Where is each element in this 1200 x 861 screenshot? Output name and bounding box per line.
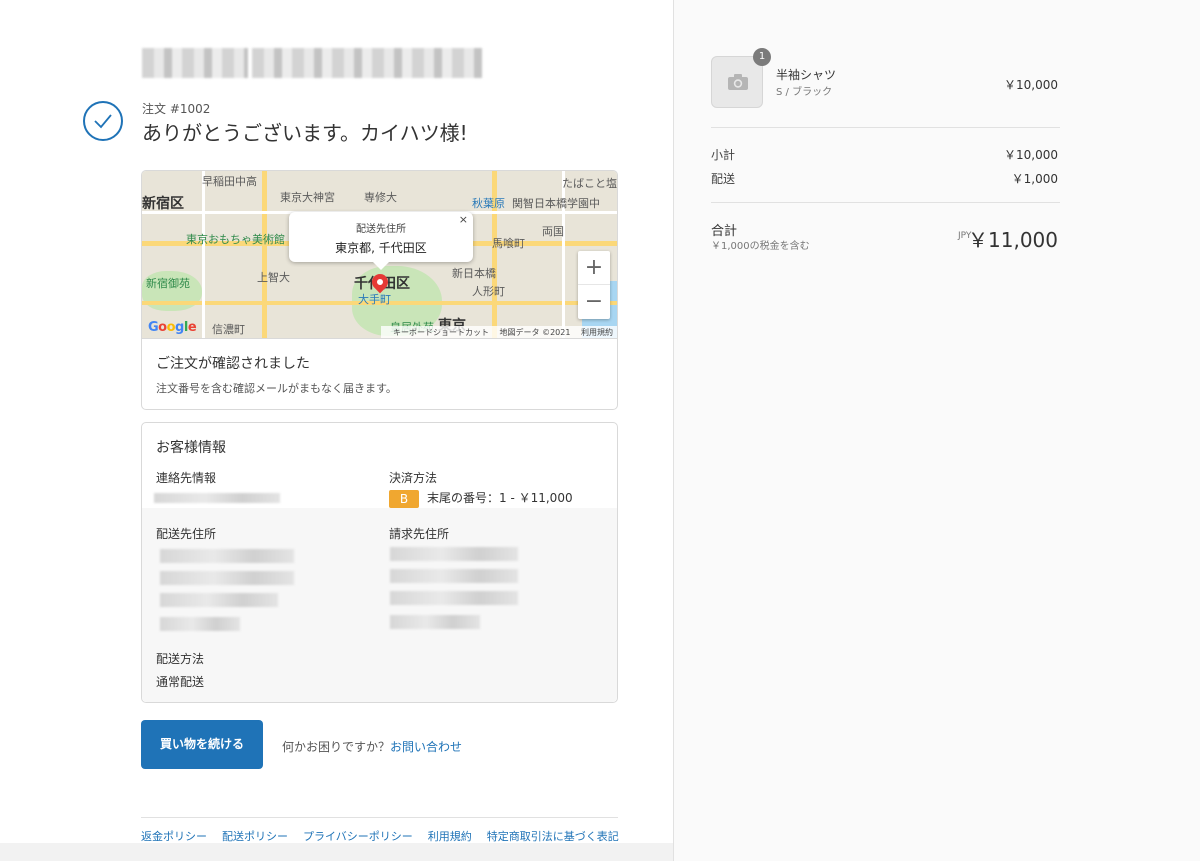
shop-name-blurred (142, 48, 482, 78)
shipping-address-line (160, 617, 240, 631)
map-label: 新宿区 (142, 196, 184, 212)
shipping-address-line (160, 593, 278, 607)
footer-divider (141, 817, 618, 818)
map-label: たばこと塩 (562, 177, 617, 190)
shipping-address-line (160, 571, 294, 585)
map-label: 上智大 (257, 271, 290, 284)
keyboard-shortcuts-link[interactable]: キーボードショートカット (393, 328, 489, 337)
map-label: 専修大 (364, 191, 397, 204)
refund-policy-link[interactable]: 返金ポリシー (141, 828, 207, 844)
legal-notice-link[interactable]: 特定商取引法に基づく表記 (487, 828, 619, 844)
close-icon[interactable]: × (459, 213, 468, 226)
customer-info-title: お客様情報 (156, 440, 226, 456)
product-variant: S / ブラック (776, 87, 833, 98)
payment-value: 末尾の番号：1 - ￥11,000 (427, 491, 573, 505)
product-price: ￥10,000 (1004, 78, 1058, 92)
product-name: 半袖シャツ (776, 68, 837, 82)
subtotal-label: 小計 (711, 148, 736, 162)
help-question: 何かお困りですか？ (282, 740, 391, 754)
map-label: 大手町 (358, 293, 391, 306)
bottom-strip (0, 843, 673, 861)
billing-address-label: 請求先住所 (389, 527, 450, 541)
tax-note: ￥1,000の税金を含む (711, 241, 810, 252)
map-label: 新日本橋 (452, 267, 496, 280)
camera-icon (728, 74, 748, 90)
order-confirmation-card: 早稲田中高 新宿区 東京大神宮 専修大 秋葉原 関智日本橋学園中 たばこと塩 東… (141, 170, 618, 410)
payment-method: B 末尾の番号：1 - ￥11,000 (389, 489, 573, 508)
confirmation-title: ご注文が確認されました (156, 356, 310, 372)
map-label: 両国 (542, 225, 564, 238)
shipping-address-label: 配送先住所 (156, 527, 217, 541)
shipping-policy-link[interactable]: 配送ポリシー (222, 828, 288, 844)
map-label: 東京おもちゃ美術館 (186, 233, 285, 246)
road (202, 171, 205, 338)
shipping-value: ￥1,000 (1011, 172, 1058, 186)
billing-address-line (390, 547, 518, 561)
subtotal-value: ￥10,000 (1004, 148, 1058, 162)
map-terms-link[interactable]: 利用規約 (581, 328, 613, 337)
google-logo[interactable]: Google (148, 320, 197, 335)
shipping-address-line (160, 549, 294, 563)
continue-shopping-button[interactable]: 買い物を続ける (141, 720, 263, 769)
shipping-label: 配送 (711, 172, 736, 186)
main-panel: 注文 #1002 ありがとうございます。カイハツ様! 早稲田中高 新宿区 東京大… (0, 0, 673, 861)
popup-address: 東京都, 千代田区 (335, 241, 427, 255)
map-label: 信濃町 (212, 323, 245, 336)
map-label: 東京大神宮 (280, 191, 335, 204)
shipping-method-label: 配送方法 (156, 652, 205, 666)
zoom-in-button[interactable]: + (578, 251, 610, 285)
road (262, 171, 267, 338)
order-number: 注文 #1002 (142, 102, 211, 116)
map-label: 馬喰町 (492, 237, 525, 250)
contact-email-blurred (154, 493, 280, 503)
checkmark-icon (83, 101, 123, 141)
payment-badge: B (389, 489, 419, 508)
shipping-method-value: 通常配送 (156, 675, 205, 689)
map-label: 新宿御苑 (146, 277, 190, 290)
map-label: 関智日本橋学園中 (512, 197, 600, 210)
map-label: 早稲田中高 (202, 175, 257, 188)
privacy-policy-link[interactable]: プライバシーポリシー (303, 828, 413, 844)
map-label: 人形町 (472, 285, 505, 298)
map[interactable]: 早稲田中高 新宿区 東京大神宮 専修大 秋葉原 関智日本橋学園中 たばこと塩 東… (142, 171, 617, 339)
map-attribution: キーボードショートカット 地図データ ©2021 利用規約 (381, 326, 617, 338)
map-data-credit: 地図データ ©2021 (499, 328, 571, 337)
help-text: 何かお困りですか？お問い合わせ (282, 738, 462, 755)
quantity-badge: 1 (753, 48, 771, 66)
billing-address-line (390, 615, 480, 629)
payment-label: 決済方法 (389, 471, 438, 485)
popup-title: 配送先住所 (356, 224, 406, 235)
footer-links: 返金ポリシー 配送ポリシー プライバシーポリシー 利用規約 特定商取引法に基づく… (141, 828, 619, 844)
contact-label: 連絡先情報 (156, 471, 217, 485)
zoom-out-button[interactable]: − (578, 285, 610, 319)
billing-address-line (390, 591, 518, 605)
summary-divider (711, 202, 1060, 203)
summary-divider (711, 127, 1060, 128)
popup-tail (373, 262, 389, 270)
terms-link[interactable]: 利用規約 (428, 828, 472, 844)
thank-you-heading: ありがとうございます。カイハツ様! (142, 121, 468, 145)
confirmation-subtitle: 注文番号を含む確認メールがまもなく届きます。 (156, 382, 397, 395)
billing-address-line (390, 569, 518, 583)
map-zoom-controls: + − (578, 251, 610, 319)
total-amount: ￥11,000 (968, 228, 1058, 252)
order-summary-panel: 1 半袖シャツ S / ブラック ￥10,000 小計 ￥10,000 配送 ￥… (673, 0, 1200, 861)
contact-us-link[interactable]: お問い合わせ (390, 740, 462, 754)
map-label: 秋葉原 (472, 197, 505, 210)
customer-info-card: お客様情報 連絡先情報 決済方法 B 末尾の番号：1 - ￥11,000 配送先住… (141, 422, 618, 703)
map-info-popup: 配送先住所 東京都, 千代田区 × (289, 212, 473, 270)
